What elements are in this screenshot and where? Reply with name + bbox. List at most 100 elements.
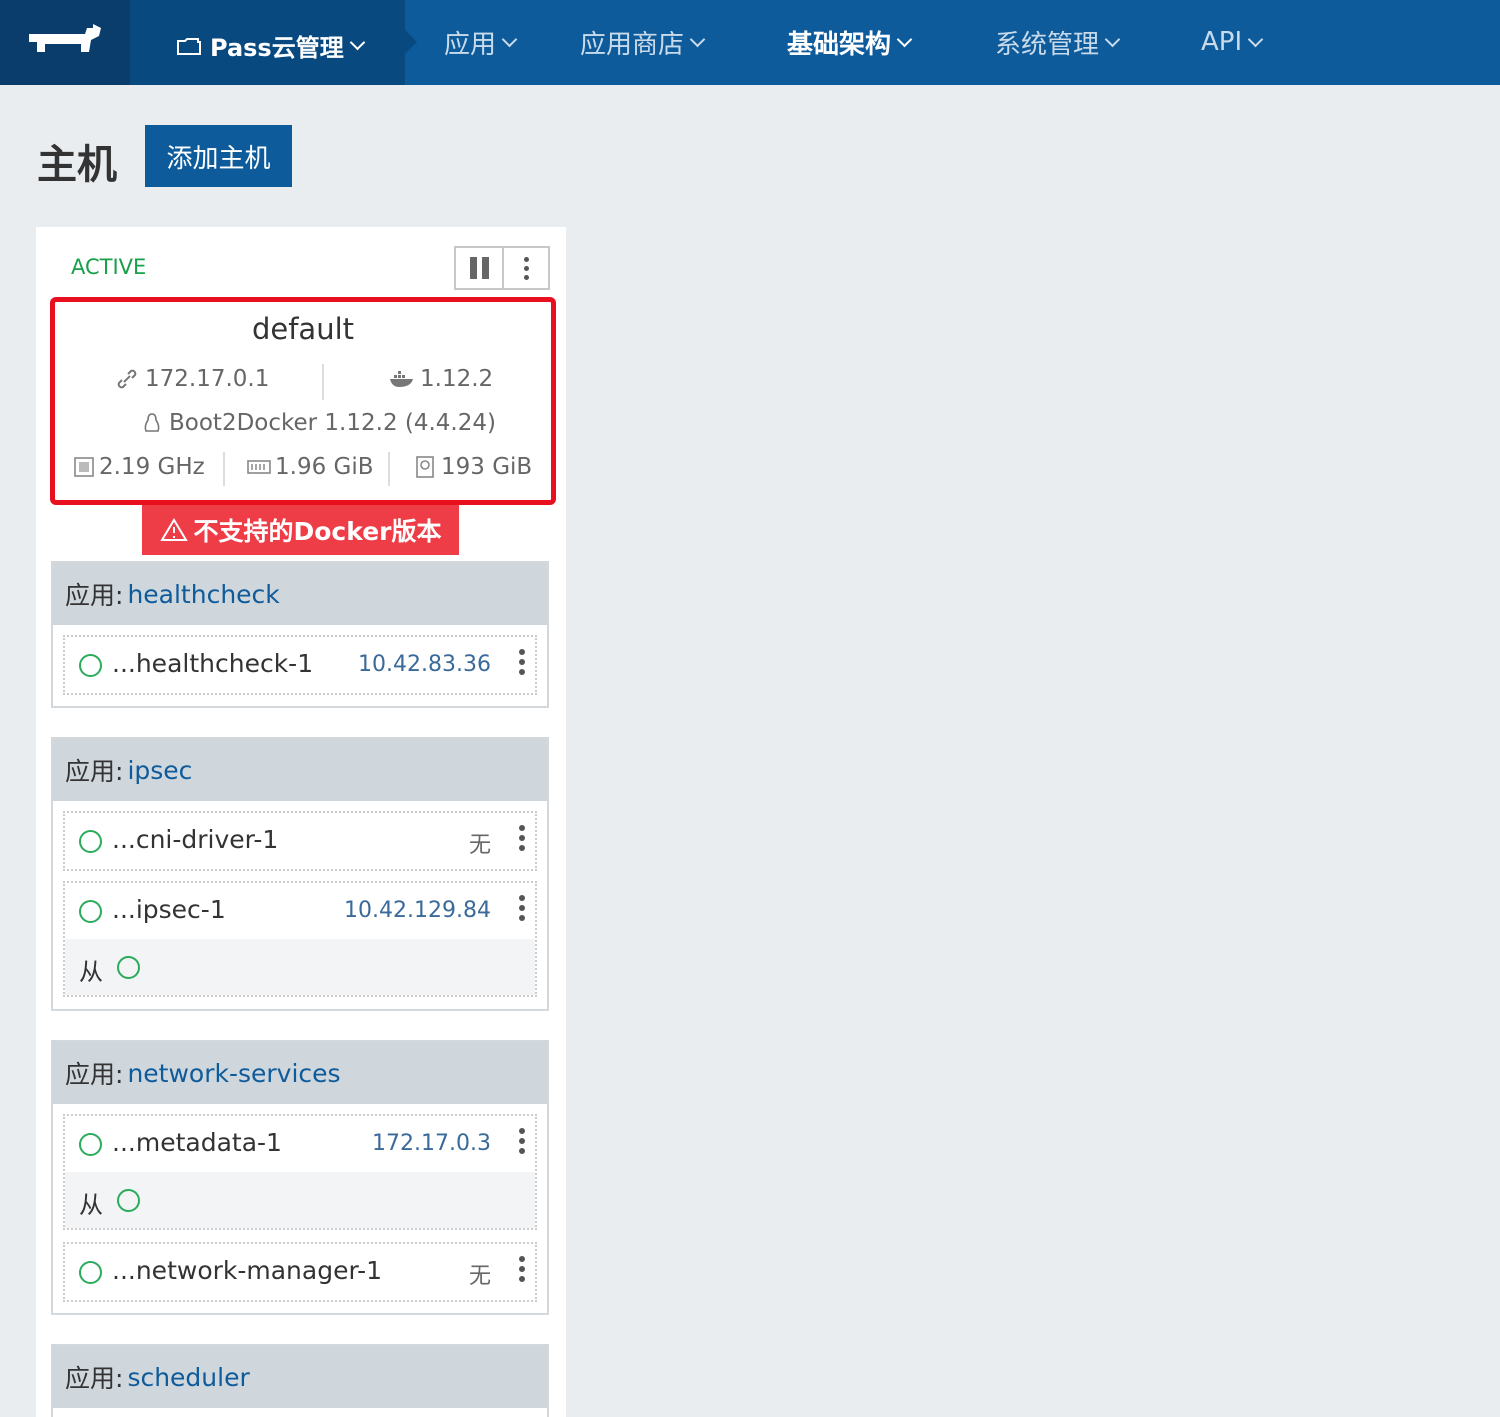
host-storage: 193 GiB <box>415 454 532 480</box>
nav-label: 应用商店 <box>580 29 685 60</box>
sidekick-row: 从 <box>65 939 535 995</box>
host-memory: 1.96 GiB <box>247 454 374 480</box>
container-name-link[interactable]: ...network-manager-1 <box>112 1256 382 1285</box>
link-icon <box>117 369 137 389</box>
host-actions <box>454 246 550 290</box>
environment-switcher[interactable]: Pass云管理 <box>130 0 417 85</box>
container-menu-button[interactable] <box>519 1128 525 1154</box>
chevron-down-icon <box>349 34 365 51</box>
nav-item-catalog[interactable]: 应用商店 <box>580 25 706 60</box>
container-item: ...cni-driver-1 无 <box>63 811 537 871</box>
container-menu-button[interactable] <box>519 895 525 921</box>
container-name-link[interactable]: ...metadata-1 <box>112 1128 282 1157</box>
container-ip: 172.17.0.3 <box>372 1131 491 1156</box>
sidekick-row: 从 <box>65 1172 535 1228</box>
warning-icon <box>159 518 188 541</box>
pause-icon <box>481 257 489 279</box>
memory-icon <box>247 460 271 474</box>
nav-item-infrastructure[interactable]: 基础架构 <box>787 25 913 60</box>
sidekick-label: 从 <box>79 958 103 986</box>
host-memory-text: 1.96 GiB <box>275 454 374 480</box>
stack-network-services: 应用: network-services ...metadata-1 172.1… <box>51 1040 549 1315</box>
stack-healthcheck: 应用: healthcheck ...healthcheck-1 10.42.8… <box>51 561 549 708</box>
stack-name-link[interactable]: ipsec <box>127 756 192 785</box>
environment-name: Pass云管理 <box>210 34 344 62</box>
nav-label: 基础架构 <box>787 29 892 60</box>
pause-icon <box>469 257 477 279</box>
stack-name-link[interactable]: network-services <box>127 1059 340 1088</box>
sidekick-label: 从 <box>79 1191 103 1219</box>
container-item: ...ipsec-1 10.42.129.84 从 <box>63 881 537 997</box>
status-circle-icon <box>79 830 102 853</box>
divider <box>322 364 324 400</box>
sidekick-status-icon[interactable] <box>117 956 140 979</box>
docker-version-warning: 不支持的Docker版本 <box>142 505 459 555</box>
linux-icon <box>144 413 160 432</box>
docker-icon <box>390 371 413 387</box>
status-circle-icon <box>79 900 102 923</box>
add-host-button[interactable]: 添加主机 <box>145 125 292 187</box>
status-circle-icon <box>79 654 102 677</box>
container-ip: 无 <box>468 1264 491 1289</box>
stack-ipsec: 应用: ipsec ...cni-driver-1 无 ...ipsec-1 1… <box>51 737 549 1011</box>
sidekick-status-icon[interactable] <box>117 1189 140 1212</box>
docker-version-text: 1.12.2 <box>420 366 494 392</box>
host-cpu: 2.19 GHz <box>73 454 205 480</box>
stack-header: 应用: healthcheck <box>53 563 547 625</box>
docker-version: 1.12.2 <box>389 366 493 392</box>
kebab-icon <box>523 256 529 262</box>
host-os-text: Boot2Docker 1.12.2 (4.4.24) <box>169 410 496 436</box>
stack-label: 应用: <box>65 1364 124 1393</box>
container-name-link[interactable]: ...cni-driver-1 <box>112 825 278 854</box>
divider <box>388 452 390 486</box>
container-item: ...metadata-1 172.17.0.3 从 <box>63 1114 537 1230</box>
disk-icon <box>416 456 434 478</box>
container-menu-button[interactable] <box>519 1256 525 1282</box>
folder-icon <box>177 37 201 55</box>
container-ip: 无 <box>468 833 491 858</box>
host-ip-text: 172.17.0.1 <box>145 366 270 392</box>
nav-label: 系统管理 <box>995 29 1100 60</box>
rancher-logo-icon <box>29 24 101 52</box>
nav-item-admin[interactable]: 系统管理 <box>995 25 1121 60</box>
stack-label: 应用: <box>65 581 124 610</box>
kebab-icon <box>523 274 529 280</box>
host-cpu-text: 2.19 GHz <box>99 454 205 480</box>
stack-header: 应用: network-services <box>53 1042 547 1104</box>
container-menu-button[interactable] <box>519 649 525 675</box>
host-info-highlight: default 172.17.0.1 1.12.2 Boot2Docker 1.… <box>50 297 556 505</box>
host-state: ACTIVE <box>71 255 147 279</box>
chevron-down-icon <box>1104 31 1121 47</box>
host-card: ACTIVE default 172.17.0.1 1.12.2 Boot2Do… <box>36 227 566 1417</box>
chevron-down-icon <box>896 31 913 47</box>
host-os: Boot2Docker 1.12.2 (4.4.24) <box>143 410 496 436</box>
container-menu-button[interactable] <box>519 825 525 851</box>
chevron-down-icon <box>689 31 706 47</box>
stack-name-link[interactable]: healthcheck <box>127 580 279 609</box>
pause-button[interactable] <box>456 248 504 288</box>
nav-item-api[interactable]: API <box>1201 25 1264 59</box>
host-name[interactable]: default <box>55 312 551 346</box>
top-nav: Pass云管理 应用 应用商店 基础架构 系统管理 API <box>0 0 1500 85</box>
nav-label: API <box>1201 27 1243 57</box>
stack-header: 应用: ipsec <box>53 739 547 801</box>
stack-label: 应用: <box>65 757 124 786</box>
container-item: ...network-manager-1 无 <box>63 1242 537 1302</box>
kebab-icon <box>523 265 529 271</box>
container-name-link[interactable]: ...ipsec-1 <box>112 895 226 924</box>
stack-scheduler: 应用: scheduler <box>51 1344 549 1417</box>
page-title: 主机 <box>37 142 117 188</box>
rancher-logo[interactable] <box>0 0 130 85</box>
cpu-icon <box>74 457 94 477</box>
host-storage-text: 193 GiB <box>441 454 533 480</box>
container-name-link[interactable]: ...healthcheck-1 <box>112 649 313 678</box>
container-ip: 10.42.83.36 <box>358 652 491 677</box>
more-actions-button[interactable] <box>504 248 548 288</box>
host-ip: 172.17.0.1 <box>115 366 269 392</box>
stack-header: 应用: scheduler <box>53 1346 547 1408</box>
stack-label: 应用: <box>65 1060 124 1089</box>
status-circle-icon <box>79 1261 102 1284</box>
nav-label: 应用 <box>444 29 497 60</box>
stack-name-link[interactable]: scheduler <box>127 1363 249 1392</box>
nav-item-apps[interactable]: 应用 <box>444 25 518 60</box>
